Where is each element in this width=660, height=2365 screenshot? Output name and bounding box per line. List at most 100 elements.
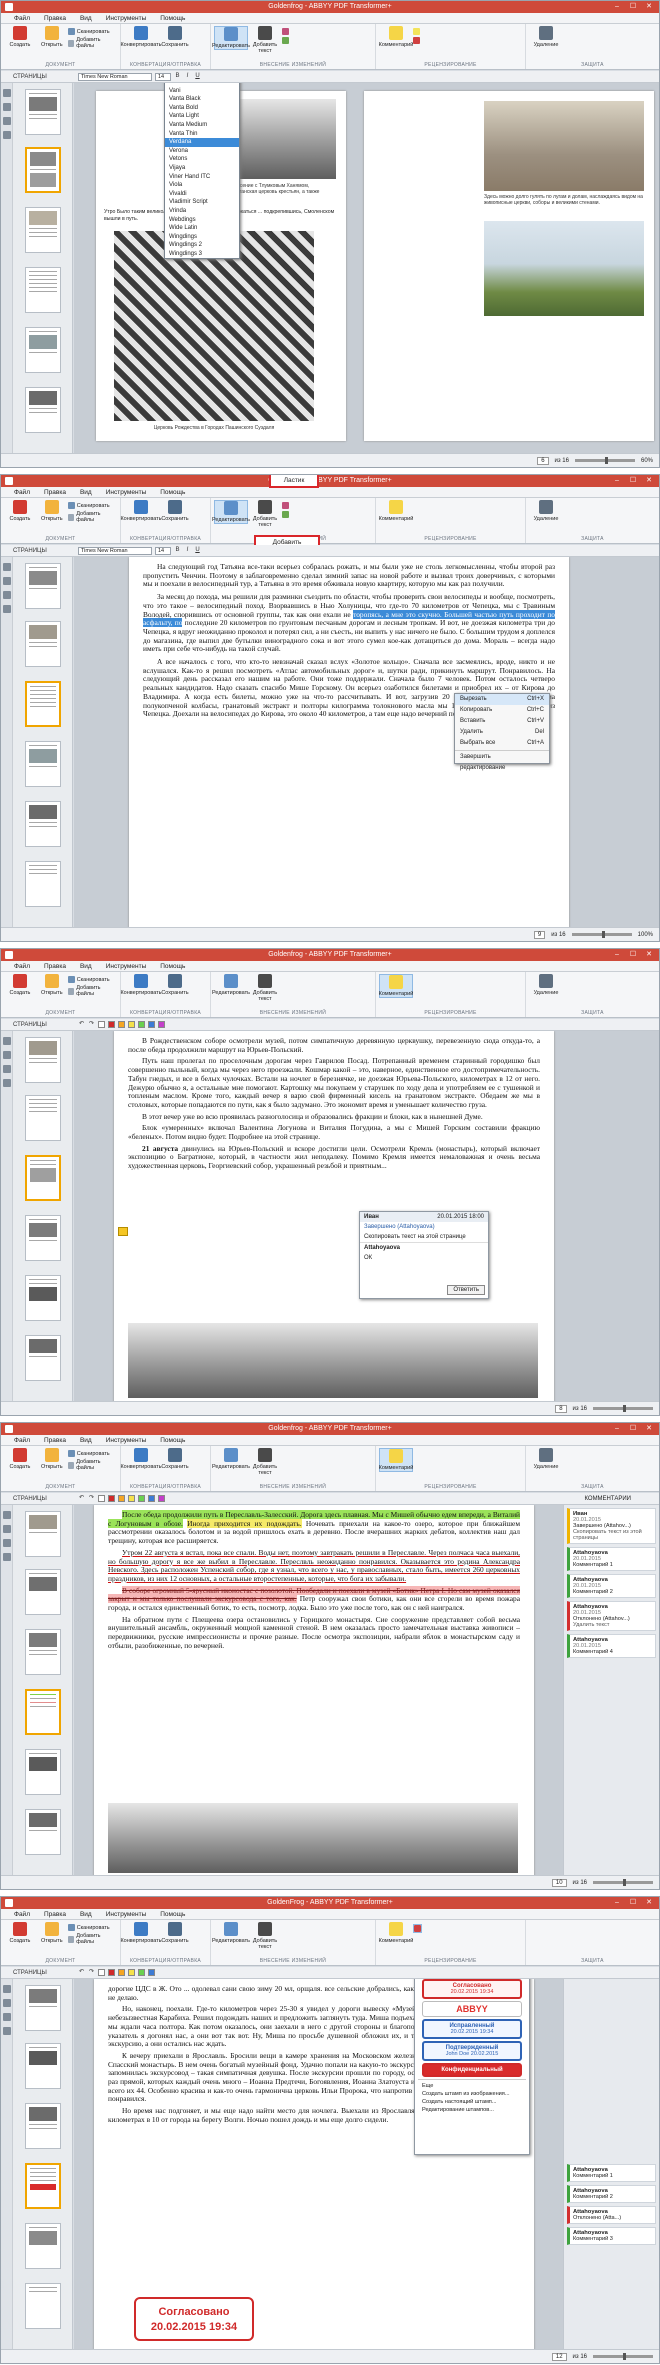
page-thumbnail[interactable] [25,861,61,907]
page-thumbnail[interactable] [25,1275,61,1321]
color-swatch-purple[interactable] [158,1495,165,1502]
page-thumbnail[interactable] [25,267,61,313]
context-menu-item[interactable]: Копировать Ctrl+C [455,705,549,716]
color-swatch-red[interactable] [108,1021,115,1028]
comment-item[interactable]: Attahoyaova 20.01.2015 Отклонено (Attahov.… [567,1601,656,1631]
stamp-menu-item[interactable]: Создать штамп из изображения... [418,2090,526,2098]
comments-tab-icon[interactable] [3,1079,11,1087]
menu-view[interactable]: Вид [73,1909,99,1919]
eraser-button[interactable] [282,502,289,509]
page-thumbnail[interactable] [25,327,61,373]
minimize-button[interactable]: – [609,1,625,13]
redo-icon[interactable]: ↷ [88,1021,95,1028]
close-button[interactable]: ✕ [641,1897,657,1909]
scan-button[interactable]: Сканировать [67,976,117,983]
open-button[interactable]: Открыть [36,1448,68,1470]
page-number-input[interactable]: 10 [551,1878,567,1887]
stamp-gallery-menu[interactable]: Согласовано 20.02.2015 19:34 ABBYY Исправле… [414,1979,530,2155]
zoom-slider[interactable] [571,931,632,938]
page-thumbnail[interactable] [25,1215,61,1261]
stamp-button[interactable] [413,1924,422,1933]
underline-icon[interactable]: U [194,547,201,554]
minimize-button[interactable]: – [609,949,625,961]
undo-icon[interactable]: ↶ [78,1969,85,1976]
add-text-button[interactable]: Добавить текст [248,26,282,54]
comment-item[interactable]: Attahoyaova Комментарий 2 [567,2185,656,2203]
convert-button[interactable]: Конвертировать [120,26,162,48]
bookmarks-tab-icon[interactable] [3,1525,11,1533]
menu-tools[interactable]: Инструменты [99,13,154,23]
scan-button[interactable]: Сканировать [67,502,117,509]
search-tab-icon[interactable] [3,1539,11,1547]
menu-edit[interactable]: Правка [37,487,73,497]
add-files-button[interactable]: Добавить файлы [67,1459,117,1471]
comments-tab-icon[interactable] [3,605,11,613]
font-size-combo[interactable]: 14 [155,546,171,555]
context-menu-item[interactable]: Выбрать все Ctrl+A [455,738,549,749]
close-button[interactable]: ✕ [641,949,657,961]
font-option[interactable]: Viola [165,181,239,190]
page-thumbnail-selected[interactable] [25,2163,61,2209]
paragraph[interactable]: На следующий год Татьяна все-таки всерье… [143,562,555,589]
close-button[interactable]: ✕ [641,475,657,487]
menu-view[interactable]: Вид [73,961,99,971]
open-button[interactable]: Открыть [36,974,68,996]
stamp-option[interactable]: Подтвержденный John Doe 20.02.2015 [422,2041,522,2061]
font-option[interactable]: Vanta Light [165,112,239,121]
page-thumbnail[interactable] [25,387,61,433]
page-thumbnail[interactable] [25,621,61,667]
edit-button[interactable]: Редактировать [212,26,250,50]
menu-file[interactable]: Файл [7,13,37,23]
font-option[interactable]: Vanta Bold [165,104,239,113]
color-swatch-green[interactable] [138,1021,145,1028]
add-text-button[interactable]: Добавить текст [248,974,282,1002]
font-option[interactable]: Vetons [165,155,239,164]
underline-icon[interactable]: U [194,73,201,80]
comments-tab-icon[interactable] [3,1553,11,1561]
comment-popup[interactable]: Иван 20.01.2015 18:00 Завершено (Attahoya… [359,1211,489,1299]
close-button[interactable]: ✕ [641,1,657,13]
redo-icon[interactable]: ↷ [88,1495,95,1502]
pages-tab-icon[interactable] [3,1985,11,1993]
color-swatch-orange[interactable] [118,1969,125,1976]
color-swatch-blue[interactable] [148,1969,155,1976]
menu-help[interactable]: Помощь [153,13,192,23]
stamp-option[interactable]: Исправленный 20.02.2015 19:34 [422,2019,522,2039]
page-thumbnail-selected[interactable] [25,1689,61,1735]
add-files-button[interactable]: Добавить файлы [67,985,117,997]
page-thumbnail[interactable] [25,801,61,847]
page-thumbnail[interactable] [25,563,61,609]
minimize-button[interactable]: – [609,475,625,487]
font-option[interactable]: Vijaya [165,164,239,173]
stamp-option[interactable]: Конфиденциальный [422,2063,522,2077]
comment-item[interactable]: Attahoyaova 20.01.2015 Комментарий 2 [567,1574,656,1598]
convert-button[interactable]: Конвертировать [120,1922,162,1944]
minimize-button[interactable]: – [609,1897,625,1909]
pages-tab-icon[interactable] [3,89,11,97]
convert-button[interactable]: Конвертировать [120,1448,162,1470]
menu-help[interactable]: Помощь [153,1909,192,1919]
bold-icon[interactable]: B [174,547,181,554]
page-thumbnail[interactable] [25,1809,61,1855]
create-button[interactable]: Создать [4,26,36,48]
menu-edit[interactable]: Правка [37,1435,73,1445]
menu-tools[interactable]: Инструменты [99,1435,154,1445]
font-dropdown[interactable]: UbuatiiVaniVanta BlackVanta BoldVanta Li… [164,83,240,260]
page-thumbnail-selected[interactable] [25,681,61,727]
bold-icon[interactable]: B [174,73,181,80]
font-option[interactable]: Viner Hand ITC [165,173,239,182]
comment-item[interactable]: Attahoyaova Комментарий 1 [567,2164,656,2182]
color-swatch-red[interactable] [108,1495,115,1502]
page-number-input[interactable]: 8 [555,1404,567,1413]
add-text-button[interactable]: Добавить текст [248,500,282,528]
color-swatch-orange[interactable] [118,1021,125,1028]
pages-tab-icon[interactable] [3,1037,11,1045]
stamp-button[interactable] [413,37,420,44]
menu-help[interactable]: Помощь [153,487,192,497]
undo-icon[interactable]: ↶ [78,1495,85,1502]
color-swatch-white[interactable] [98,1969,105,1976]
font-option[interactable]: Verdana [165,138,239,147]
page-thumbnail[interactable] [25,1095,61,1141]
close-button[interactable]: ✕ [641,1423,657,1435]
context-menu-item[interactable]: Завершить редактирование [455,752,549,771]
